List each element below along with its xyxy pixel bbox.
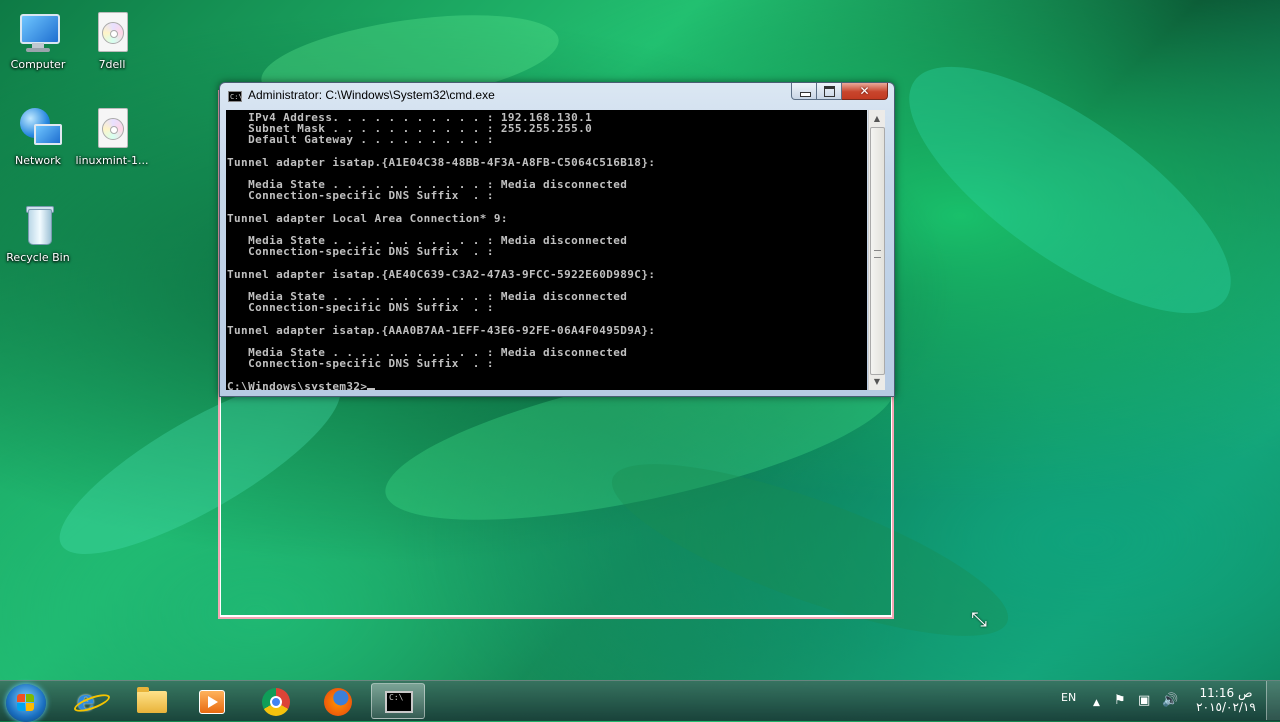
clock-time: 11:16 ص xyxy=(1199,686,1253,700)
taskbar-command-prompt[interactable]: C:\ xyxy=(371,683,425,719)
vertical-scrollbar[interactable]: ▲ ▼ xyxy=(868,110,885,390)
show-desktop-button[interactable] xyxy=(1266,681,1280,720)
chrome-icon xyxy=(262,688,290,716)
console-output: IPv4 Address. . . . . . . . . . . : 192.… xyxy=(226,110,867,390)
console-line: Connection-specific DNS Suffix . : xyxy=(248,301,494,315)
desktop-icon-network[interactable]: Network xyxy=(0,108,76,167)
folder-icon xyxy=(137,687,167,713)
desktop-icon-label: Computer xyxy=(10,58,66,71)
computer-icon xyxy=(16,12,60,54)
action-center-flag-icon[interactable]: ⚑ xyxy=(1114,694,1126,708)
start-button[interactable] xyxy=(6,684,46,722)
show-hidden-icons-arrow-icon[interactable]: ▲ xyxy=(1093,696,1100,710)
scroll-thumb[interactable] xyxy=(870,127,885,375)
console-line: Tunnel adapter isatap.{AAA0B7AA-1EFF-43E… xyxy=(227,323,656,337)
console-line: Tunnel adapter isatap.{AE40C639-C3A2-47A… xyxy=(227,267,656,281)
text-cursor xyxy=(367,387,376,390)
desktop-icon-computer[interactable]: Computer xyxy=(0,12,76,71)
language-indicator[interactable]: EN xyxy=(1061,691,1076,704)
disc-image-icon xyxy=(90,12,134,54)
taskbar-firefox[interactable] xyxy=(310,683,364,719)
title-bar[interactable]: C:\ Administrator: C:\Windows\System32\c… xyxy=(220,83,894,109)
console-line: Tunnel adapter isatap.{A1E04C38-48BB-4F3… xyxy=(227,155,656,169)
desktop-icon-label: 7dell xyxy=(98,58,126,71)
taskbar-chrome[interactable] xyxy=(248,683,302,719)
disc-image-icon xyxy=(90,108,134,150)
firefox-icon xyxy=(324,688,352,716)
recycle-bin-icon xyxy=(16,205,60,247)
taskbar-media-player[interactable] xyxy=(184,683,238,719)
maximize-button[interactable] xyxy=(817,83,842,100)
taskbar-internet-explorer[interactable]: e xyxy=(62,683,116,719)
taskbar-windows-explorer[interactable] xyxy=(124,683,178,719)
diagonal-resize-cursor-icon: ⤡ xyxy=(971,607,987,631)
console-line: Connection-specific DNS Suffix . : xyxy=(248,357,494,371)
clock-date: ٢٠١٥/٠٢/١٩ xyxy=(1196,700,1256,714)
desktop-icon-label: linuxmint-1... xyxy=(75,154,149,167)
console-area[interactable]: IPv4 Address. . . . . . . . . . . : 192.… xyxy=(226,110,867,390)
window-title: Administrator: C:\Windows\System32\cmd.e… xyxy=(248,88,495,102)
console-line: Connection-specific DNS Suffix . : xyxy=(248,245,494,259)
desktop-icon-recycle-bin[interactable]: Recycle Bin xyxy=(0,205,76,264)
desktop-icon-linuxmint[interactable]: linuxmint-1... xyxy=(74,108,150,167)
scroll-up-arrow-icon[interactable]: ▲ xyxy=(869,110,885,127)
console-line: Tunnel adapter Local Area Connection* 9: xyxy=(227,211,508,225)
close-button[interactable] xyxy=(842,83,888,100)
command-prompt-line[interactable]: C:\Windows\system32> xyxy=(227,380,367,390)
desktop-icon-label: Recycle Bin xyxy=(6,251,70,264)
desktop-icon-7dell[interactable]: 7dell xyxy=(74,12,150,71)
windows-logo-icon xyxy=(17,694,35,712)
internet-explorer-icon: e xyxy=(77,687,103,715)
cmd-icon: C:\ xyxy=(385,691,413,713)
console-line: Connection-specific DNS Suffix . : xyxy=(248,189,494,203)
desktop-icon-label: Network xyxy=(15,154,61,167)
cmd-app-icon[interactable]: C:\ xyxy=(228,91,243,102)
media-player-icon xyxy=(199,690,225,714)
system-clock[interactable]: 11:16 ص ٢٠١٥/٠٢/١٩ xyxy=(1192,686,1260,714)
cmd-window[interactable]: C:\ Administrator: C:\Windows\System32\c… xyxy=(219,82,895,397)
volume-icon[interactable]: 🔊 xyxy=(1162,694,1178,708)
scroll-down-arrow-icon[interactable]: ▼ xyxy=(869,373,885,390)
network-status-icon[interactable]: ▣ xyxy=(1138,694,1150,708)
network-icon xyxy=(16,108,62,150)
console-line: Default Gateway . . . . . . . . . : xyxy=(248,133,494,147)
minimize-button[interactable] xyxy=(791,83,817,100)
